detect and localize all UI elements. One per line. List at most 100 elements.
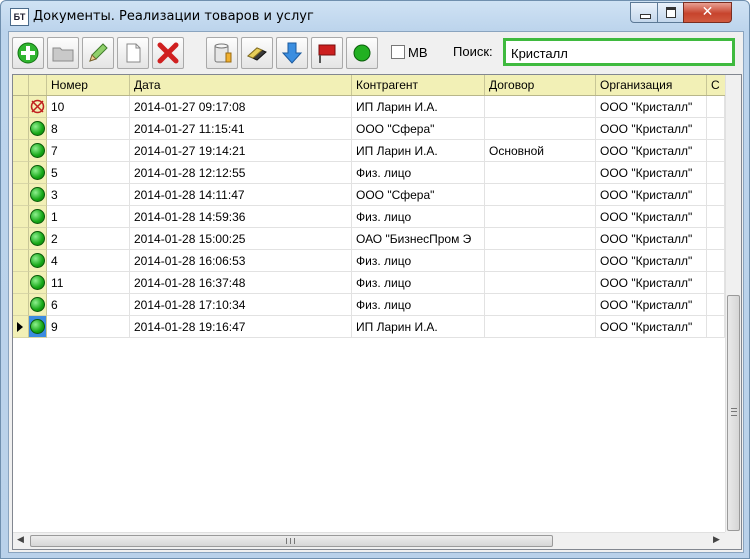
cell-organization[interactable]: ООО "Кристалл" (596, 206, 707, 228)
cell-organization[interactable]: ООО "Кристалл" (596, 250, 707, 272)
cell-counterparty[interactable]: ОАО "БизнесПром Э (352, 228, 485, 250)
row-indicator[interactable] (13, 206, 29, 228)
download-button[interactable] (276, 37, 308, 69)
cell-counterparty[interactable]: Физ. лицо (352, 272, 485, 294)
cell-contract[interactable] (485, 272, 596, 294)
mb-checkbox[interactable] (391, 45, 405, 59)
add-button[interactable] (12, 37, 44, 69)
table-row[interactable]: 10 2014-01-27 09:17:08 ИП Ларин И.А. ООО "К… (13, 96, 725, 118)
cell-organization[interactable]: ООО "Кристалл" (596, 184, 707, 206)
cell-contract[interactable] (485, 96, 596, 118)
table-row[interactable]: 8 2014-01-27 11:15:41 ООО "Сфера" ООО "Крис… (13, 118, 725, 140)
cell-extra[interactable] (707, 162, 725, 184)
scroll-right-icon[interactable]: ▶ (713, 535, 720, 545)
status-button[interactable] (346, 37, 378, 69)
cell-contract[interactable] (485, 294, 596, 316)
row-indicator[interactable] (13, 228, 29, 250)
cell-contract[interactable] (485, 250, 596, 272)
cell-counterparty[interactable]: Физ. лицо (352, 250, 485, 272)
cell-date[interactable]: 2014-01-28 15:00:25 (130, 228, 352, 250)
cell-contract[interactable] (485, 206, 596, 228)
table-row[interactable]: 11 2014-01-28 16:37:48 Физ. лицо ООО "Крист… (13, 272, 725, 294)
vertical-scrollbar[interactable] (725, 75, 741, 532)
cell-date[interactable]: 2014-01-28 12:12:55 (130, 162, 352, 184)
column-header-organization[interactable]: Организация (596, 75, 707, 95)
maximize-button[interactable] (657, 2, 685, 23)
row-indicator[interactable] (13, 184, 29, 206)
cell-extra[interactable] (707, 206, 725, 228)
vertical-scroll-thumb[interactable] (727, 295, 740, 531)
cell-organization[interactable]: ООО "Кристалл" (596, 118, 707, 140)
cell-extra[interactable] (707, 272, 725, 294)
delete-button[interactable] (152, 37, 184, 69)
cell-number[interactable]: 7 (47, 140, 130, 162)
cell-number[interactable]: 9 (47, 316, 130, 338)
cell-number[interactable]: 6 (47, 294, 130, 316)
cell-extra[interactable] (707, 250, 725, 272)
cell-extra[interactable] (707, 140, 725, 162)
cell-date[interactable]: 2014-01-27 11:15:41 (130, 118, 352, 140)
cell-contract[interactable] (485, 228, 596, 250)
cell-counterparty[interactable]: Физ. лицо (352, 294, 485, 316)
table-row[interactable]: 1 2014-01-28 14:59:36 Физ. лицо ООО "Криста… (13, 206, 725, 228)
cell-counterparty[interactable]: ИП Ларин И.А. (352, 96, 485, 118)
cell-number[interactable]: 5 (47, 162, 130, 184)
flag-button[interactable] (311, 37, 343, 69)
edit-button[interactable] (82, 37, 114, 69)
table-row[interactable]: 5 2014-01-28 12:12:55 Физ. лицо ООО "Криста… (13, 162, 725, 184)
horizontal-scroll-thumb[interactable] (30, 535, 553, 547)
cell-contract[interactable] (485, 184, 596, 206)
table-row[interactable]: 4 2014-01-28 16:06:53 Физ. лицо ООО "Криста… (13, 250, 725, 272)
cell-date[interactable]: 2014-01-28 14:59:36 (130, 206, 352, 228)
cell-number[interactable]: 8 (47, 118, 130, 140)
row-indicator[interactable] (13, 96, 29, 118)
cell-organization[interactable]: ООО "Кристалл" (596, 96, 707, 118)
column-header-date[interactable]: Дата (130, 75, 352, 95)
cell-date[interactable]: 2014-01-27 09:17:08 (130, 96, 352, 118)
cell-counterparty[interactable]: ИП Ларин И.А. (352, 316, 485, 338)
table-row[interactable]: 6 2014-01-28 17:10:34 Физ. лицо ООО "Криста… (13, 294, 725, 316)
row-indicator[interactable] (13, 294, 29, 316)
cell-number[interactable]: 2 (47, 228, 130, 250)
cell-organization[interactable]: ООО "Кристалл" (596, 294, 707, 316)
scroll-left-icon[interactable]: ◀ (17, 535, 24, 545)
cell-contract[interactable] (485, 118, 596, 140)
cell-number[interactable]: 10 (47, 96, 130, 118)
copy-button[interactable] (117, 37, 149, 69)
row-indicator[interactable] (13, 250, 29, 272)
cell-date[interactable]: 2014-01-27 19:14:21 (130, 140, 352, 162)
cell-date[interactable]: 2014-01-28 16:06:53 (130, 250, 352, 272)
database-button[interactable] (206, 37, 238, 69)
row-indicator[interactable] (13, 162, 29, 184)
title-bar[interactable]: БТ Документы. Реализации товаров и услуг… (1, 1, 749, 31)
eraser-button[interactable] (241, 37, 273, 69)
cell-organization[interactable]: ООО "Кристалл" (596, 140, 707, 162)
cell-counterparty[interactable]: Физ. лицо (352, 162, 485, 184)
cell-organization[interactable]: ООО "Кристалл" (596, 162, 707, 184)
cell-contract[interactable]: Основной (485, 140, 596, 162)
table-row[interactable]: 7 2014-01-27 19:14:21 ИП Ларин И.А. Основно… (13, 140, 725, 162)
cell-extra[interactable] (707, 294, 725, 316)
cell-date[interactable]: 2014-01-28 19:16:47 (130, 316, 352, 338)
column-header-counterparty[interactable]: Контрагент (352, 75, 485, 95)
search-input[interactable] (511, 45, 726, 61)
table-row[interactable]: 3 2014-01-28 14:11:47 ООО "Сфера" ООО "Крис… (13, 184, 725, 206)
cell-number[interactable]: 4 (47, 250, 130, 272)
row-indicator[interactable] (13, 118, 29, 140)
column-header-number[interactable]: Номер (47, 75, 130, 95)
table-row[interactable]: 9 2014-01-28 19:16:47 ИП Ларин И.А. ООО "Кр… (13, 316, 725, 338)
cell-date[interactable]: 2014-01-28 17:10:34 (130, 294, 352, 316)
cell-extra[interactable] (707, 316, 725, 338)
cell-extra[interactable] (707, 228, 725, 250)
table-row[interactable]: 2 2014-01-28 15:00:25 ОАО "БизнесПром Э ООО… (13, 228, 725, 250)
open-button[interactable] (47, 37, 79, 69)
minimize-button[interactable] (630, 2, 659, 23)
cell-extra[interactable] (707, 118, 725, 140)
cell-date[interactable]: 2014-01-28 16:37:48 (130, 272, 352, 294)
row-indicator[interactable] (13, 316, 29, 338)
cell-date[interactable]: 2014-01-28 14:11:47 (130, 184, 352, 206)
cell-contract[interactable] (485, 316, 596, 338)
cell-organization[interactable]: ООО "Кристалл" (596, 316, 707, 338)
cell-counterparty[interactable]: ООО "Сфера" (352, 118, 485, 140)
horizontal-scrollbar[interactable]: ◀ ▶ (13, 532, 725, 549)
